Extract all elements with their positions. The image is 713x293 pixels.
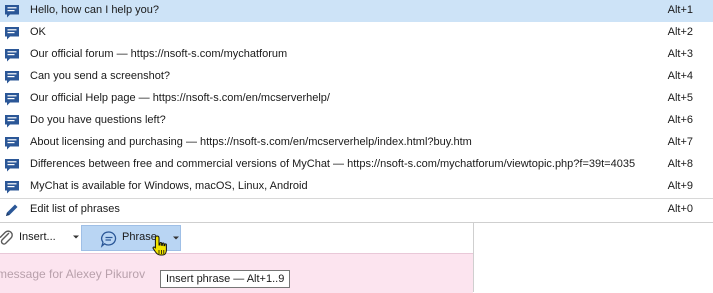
- hand-cursor-icon: [152, 235, 167, 256]
- phrase-item[interactable]: Hello, how can I help you? Alt+1: [0, 0, 713, 22]
- phrase-label: Hello, how can I help you?: [30, 4, 160, 16]
- message-icon: [4, 91, 20, 107]
- message-toolbar: Insert... Phrase: [0, 223, 474, 253]
- paperclip-icon: [0, 230, 13, 245]
- phrase-item[interactable]: OK Alt+2: [0, 22, 713, 44]
- phrase-tooltip: Insert phrase — Alt+1..9: [160, 270, 291, 288]
- insert-label: Insert...: [19, 231, 56, 243]
- phrase-item[interactable]: Our official forum — https://nsoft-s.com…: [0, 44, 713, 66]
- chevron-down-icon: [173, 236, 179, 240]
- phrase-shortcut: Alt+8: [667, 158, 693, 170]
- phrase-shortcut: Alt+3: [667, 48, 693, 60]
- phrase-label: Can you send a screenshot?: [30, 70, 171, 82]
- phrase-shortcut: Alt+4: [667, 70, 693, 82]
- phrase-label: Do you have questions left?: [30, 114, 166, 126]
- phrase-label: MyChat is available for Windows, macOS, …: [30, 180, 308, 192]
- phrase-item[interactable]: About licensing and purchasing — https:/…: [0, 132, 713, 154]
- speech-bubble-icon: [100, 231, 117, 248]
- phrase-label: About licensing and purchasing — https:/…: [30, 136, 472, 148]
- message-icon: [4, 3, 20, 19]
- message-icon: [4, 135, 20, 151]
- phrase-label: Our official Help page — https://nsoft-s…: [30, 92, 330, 104]
- phrase-shortcut: Alt+1: [667, 4, 693, 16]
- edit-phrases-shortcut: Alt+0: [667, 203, 693, 215]
- message-input-placeholder: message for Alexey Pikurov: [0, 267, 146, 281]
- phrase-shortcut: Alt+5: [667, 92, 693, 104]
- phrase-shortcut: Alt+6: [667, 114, 693, 126]
- message-icon: [4, 47, 20, 63]
- phrase-item[interactable]: MyChat is available for Windows, macOS, …: [0, 176, 713, 198]
- phrase-item[interactable]: Our official Help page — https://nsoft-s…: [0, 88, 713, 110]
- phrase-item[interactable]: Differences between free and commercial …: [0, 154, 713, 176]
- chevron-down-icon: [73, 235, 79, 239]
- phrase-item[interactable]: Can you send a screenshot? Alt+4: [0, 66, 713, 88]
- message-icon: [4, 25, 20, 41]
- pencil-icon: [6, 204, 18, 216]
- phrase-item[interactable]: Do you have questions left? Alt+6: [0, 110, 713, 132]
- phrases-menu: Hello, how can I help you? Alt+1 OK Alt+2 Ou…: [0, 0, 713, 223]
- phrase-label: Our official forum — https://nsoft-s.com…: [30, 48, 288, 60]
- phrase-label: Differences between free and commercial …: [30, 158, 636, 170]
- phrase-shortcut: Alt+9: [667, 180, 693, 192]
- phrase-shortcut: Alt+7: [667, 136, 693, 148]
- phrase-shortcut: Alt+2: [667, 26, 693, 38]
- edit-phrases-label: Edit list of phrases: [30, 203, 120, 215]
- message-icon: [4, 113, 20, 129]
- edit-phrases-item[interactable]: Edit list of phrases Alt+0: [0, 199, 713, 220]
- insert-button[interactable]: Insert...: [0, 225, 80, 251]
- right-pane: [473, 223, 713, 292]
- message-icon: [4, 69, 20, 85]
- message-icon: [4, 179, 20, 195]
- phrase-label: OK: [30, 26, 46, 38]
- phrase-list: Hello, how can I help you? Alt+1 OK Alt+2 Ou…: [0, 0, 713, 198]
- message-icon: [4, 157, 20, 173]
